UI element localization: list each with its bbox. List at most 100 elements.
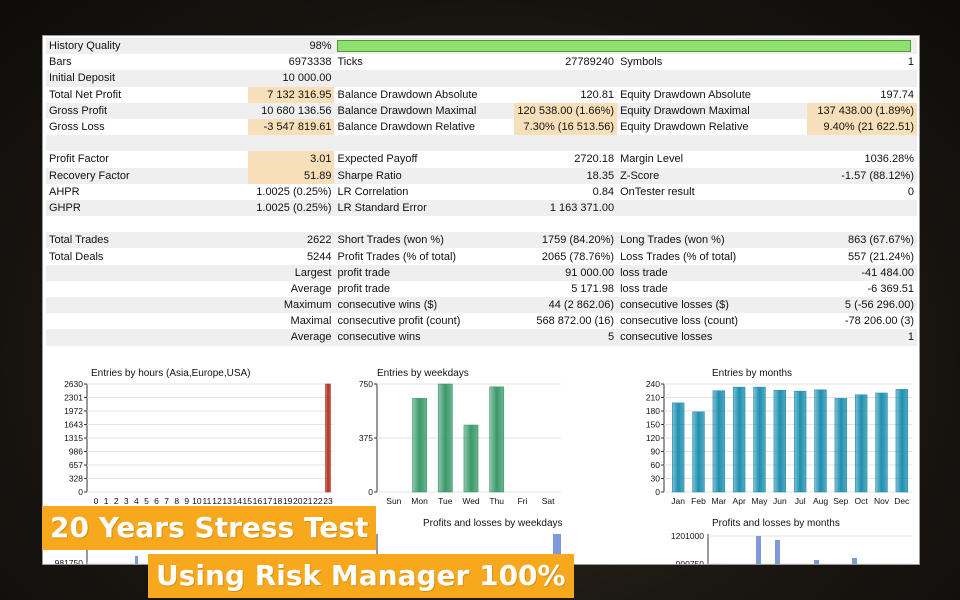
stat-value: 10 000.00 [247,70,335,87]
x-tick-label: 12 [212,496,222,506]
x-tick-label: 6 [154,496,159,506]
x-tick-label: Feb [691,496,706,506]
stat-value: -41 484.00 [806,264,917,281]
stat-label: Balance Drawdown Relative [337,121,476,134]
stat-label: LR Standard Error [334,199,515,217]
chart-title: Profits and losses by months [712,518,840,529]
stat-label: consecutive losses ($) [617,297,807,314]
stats-row: Maximal consecutive profit (count) 568 872… [46,313,917,329]
overlay-title-line2: Using Risk Manager 100% [148,554,574,598]
y-tick-label: 0 [78,487,83,497]
x-tick-label: 3 [124,496,129,506]
bar [437,383,453,493]
stat-value [807,216,917,232]
stat-value: 5244 [307,250,332,263]
stat-label: AHPR [49,185,80,198]
stat-label: Equity Drawdown Maximal [617,102,807,119]
x-tick-label: 2 [114,496,119,506]
x-tick-label: Wed [462,496,480,506]
stat-value: 27789240 [565,56,615,69]
stat-label: loss trade [617,264,807,281]
x-tick-label: Aug [813,496,828,506]
stats-row: Profit Factor 3.01 Expected Payoff 2720.18 M… [46,151,917,168]
chart-title: Entries by months [712,368,792,379]
stat-label: Loss Trades (% of total) [620,250,737,263]
x-tick-label: 16 [253,496,263,506]
stat-value: 0 [907,185,914,198]
stat-value: 10 680 136.56 [247,102,335,119]
stats-row: Total Net Profit 7 132 316.95 Balance Draw… [46,86,917,103]
bar [732,386,746,493]
x-tick-label: Fri [517,496,527,506]
x-tick-label: 19 [283,496,293,506]
y-tick-label: 60 [651,460,661,470]
stat-value [514,346,617,362]
overlay-title-line1: 20 Years Stress Test [42,506,377,550]
stat-label [334,135,515,152]
x-tick-label: Mon [411,496,428,506]
stat-label [617,216,807,232]
history-quality-bar-cell [334,38,917,55]
stat-value: -3 547 819.61 [247,118,335,136]
stat-value: -6 369.51 [867,282,914,295]
history-quality-value: 98% [247,38,335,55]
stat-label: OnTester result [620,185,695,198]
stats-row: Gross Loss -3 547 819.61 Balance Drawdown … [46,118,917,136]
x-tick-label: 10 [192,496,202,506]
y-tick-label: 375 [359,433,373,443]
y-tick-label: 981750 [55,558,84,565]
bar [793,390,807,493]
chart-entries-by-weekdays: Entries by weekdays 750 375 0 Sun Mon Tue Wed Th… [343,364,603,514]
stat-value: 1.0025 (0.25%) [247,199,335,217]
bar [775,540,780,564]
x-tick-label: May [751,496,768,506]
y-tick-label: 240 [646,379,660,389]
stat-label [46,216,248,232]
bar [814,560,819,564]
stat-value: 5 (-56 296.00) [806,297,917,314]
stat-label [46,135,248,152]
stat-value [248,346,335,362]
bar [325,383,331,493]
x-tick-label: Jul [795,496,806,506]
chart-entries-by-hours: Entries by hours (Asia,Europe,USA) 2630 23… [51,364,341,514]
stat-value [514,135,618,152]
stat-value: 44 (2 862.06) [514,297,618,314]
stat-label: consecutive loss (count) [620,315,739,328]
x-tick-label: Mar [712,496,727,506]
stat-label [46,297,248,314]
chart-title: Profits and losses by weekdays [423,518,563,529]
x-tick-label: Sep [833,496,848,506]
bar [852,558,857,564]
stat-value: Average [290,282,332,295]
stat-label: profit trade [334,264,515,281]
stats-row: AHPR 1.0025 (0.25%) LR Correlation 0.84 OnTe… [46,184,917,200]
history-quality-label: History Quality [46,38,248,55]
x-tick-label: 21 [303,496,313,506]
bar [463,424,479,493]
y-tick-label: 120 [646,433,660,443]
stat-value: 1 [907,56,914,69]
x-tick-label: 17 [263,496,273,506]
stat-label [46,329,248,346]
y-tick-label: 1201000 [671,531,704,541]
x-tick-label: Oct [855,496,869,506]
stat-value: 120.81 [580,88,615,101]
x-tick-label: Tue [438,496,453,506]
stat-value: 1 [806,329,917,346]
stats-row: Recovery Factor 51.89 Sharpe Ratio 18.35 Z-S… [46,167,917,184]
x-tick-label: 20 [293,496,303,506]
stat-value [807,346,917,362]
stat-value: 3.01 [247,151,335,168]
x-tick-label: 7 [164,496,169,506]
stat-label: Total Deals [49,250,104,263]
y-tick-label: 657 [69,460,83,470]
stat-label: consecutive profit (count) [337,315,461,328]
x-tick-label: Sat [542,496,555,506]
y-tick-label: 180 [646,406,660,416]
stat-label: Profit Trades (% of total) [337,250,457,263]
stat-value [247,135,335,152]
x-tick-label: Apr [733,496,746,506]
stat-label [46,264,248,281]
bar [756,536,761,564]
